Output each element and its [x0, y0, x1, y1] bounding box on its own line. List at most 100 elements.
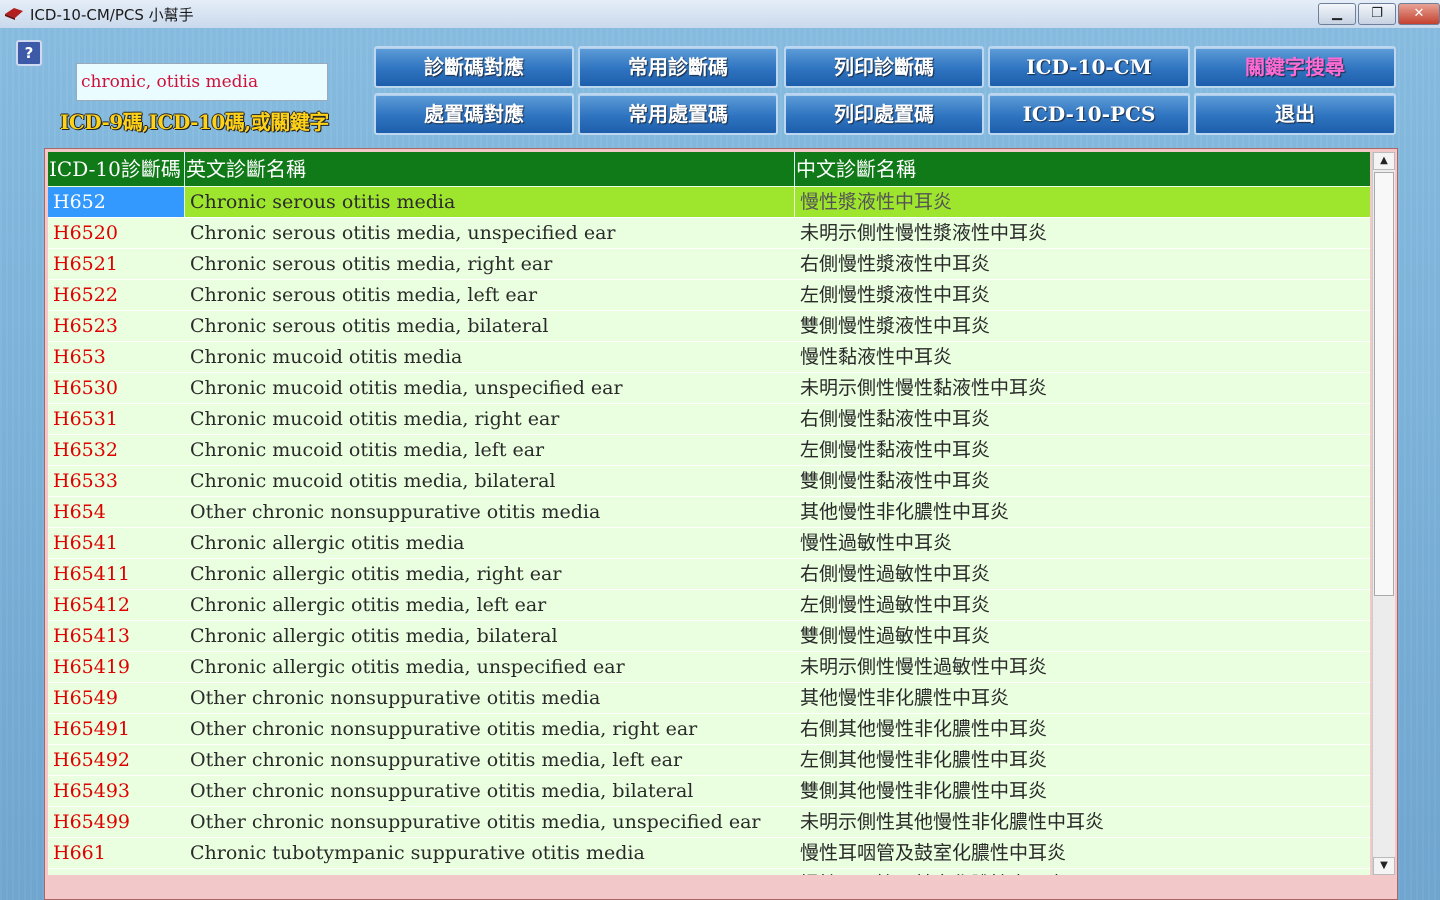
- keyword-search-button[interactable]: 關鍵字搜尋: [1194, 46, 1396, 88]
- cell-chinese-name[interactable]: 慢性耳咽管及鼓室化膿性中耳炎: [795, 869, 1370, 875]
- table-row[interactable]: H6610Chronic tubotympanic suppurative ot…: [48, 869, 1370, 875]
- cell-chinese-name[interactable]: 慢性耳咽管及鼓室化膿性中耳炎: [795, 838, 1370, 868]
- column-header-english[interactable]: 英文診斷名稱: [185, 152, 795, 186]
- cell-english-name[interactable]: Other chronic nonsuppurative otitis medi…: [185, 714, 794, 744]
- close-button[interactable]: ✕: [1398, 3, 1440, 25]
- table-row[interactable]: H65499 Other chronic nonsuppurative otiti…: [48, 807, 1370, 838]
- table-row[interactable]: H6549 Other chronic nonsuppurative otitis…: [48, 683, 1370, 714]
- table-row[interactable]: H654 Other chronic nonsuppurative otitis …: [48, 497, 1370, 528]
- cell-english-name[interactable]: Chronic tubotympanic suppurative otitis …: [185, 869, 794, 875]
- cell-code[interactable]: H65491: [48, 714, 184, 744]
- cell-english-name[interactable]: Chronic mucoid otitis media: [185, 342, 794, 372]
- cell-english-name[interactable]: Chronic serous otitis media, right ear: [185, 249, 794, 279]
- cell-code[interactable]: H65419: [48, 652, 184, 682]
- cell-code[interactable]: H6610: [48, 869, 184, 875]
- table-row[interactable]: H65491 Other chronic nonsuppurative otiti…: [48, 714, 1370, 745]
- cell-chinese-name[interactable]: 其他慢性非化膿性中耳炎: [795, 683, 1370, 713]
- cell-english-name[interactable]: Chronic allergic otitis media, right ear: [185, 559, 794, 589]
- table-row[interactable]: H653 Chronic mucoid otitis media 慢性黏液性中耳炎: [48, 342, 1370, 373]
- cell-english-name[interactable]: Chronic mucoid otitis media, right ear: [185, 404, 794, 434]
- cell-code[interactable]: H6549: [48, 683, 184, 713]
- column-header-chinese[interactable]: 中文診斷名稱: [795, 152, 1370, 186]
- table-row[interactable]: H6523 Chronic serous otitis media, bilate…: [48, 311, 1370, 342]
- cell-english-name[interactable]: Chronic serous otitis media: [185, 187, 794, 217]
- cell-chinese-name[interactable]: 其他慢性非化膿性中耳炎: [795, 497, 1370, 527]
- cell-code[interactable]: H6530: [48, 373, 184, 403]
- table-row[interactable]: H661 Chronic tubotympanic suppurative oti…: [48, 838, 1370, 869]
- table-row[interactable]: H65492 Other chronic nonsuppurative otiti…: [48, 745, 1370, 776]
- cell-chinese-name[interactable]: 右側慢性過敏性中耳炎: [795, 559, 1370, 589]
- cell-english-name[interactable]: Chronic mucoid otitis media, bilateral: [185, 466, 794, 496]
- table-row[interactable]: H6522 Chronic serous otitis media, left e…: [48, 280, 1370, 311]
- icd10-pcs-button[interactable]: ICD-10-PCS: [988, 93, 1190, 135]
- cell-code[interactable]: H6541: [48, 528, 184, 558]
- cell-code[interactable]: H65492: [48, 745, 184, 775]
- table-row[interactable]: H6521 Chronic serous otitis media, right …: [48, 249, 1370, 280]
- common-diagnosis-codes-button[interactable]: 常用診斷碼: [578, 46, 778, 88]
- cell-english-name[interactable]: Chronic allergic otitis media, bilateral: [185, 621, 794, 651]
- cell-code[interactable]: H6533: [48, 466, 184, 496]
- cell-chinese-name[interactable]: 慢性黏液性中耳炎: [795, 342, 1370, 372]
- cell-english-name[interactable]: Chronic serous otitis media, bilateral: [185, 311, 794, 341]
- cell-code[interactable]: H652: [48, 187, 184, 217]
- cell-english-name[interactable]: Other chronic nonsuppurative otitis medi…: [185, 745, 794, 775]
- column-header-code[interactable]: ICD-10診斷碼: [48, 152, 185, 186]
- table-row[interactable]: H652 Chronic serous otitis media 慢性漿液性中耳炎: [48, 187, 1370, 218]
- cell-chinese-name[interactable]: 未明示側性其他慢性非化膿性中耳炎: [795, 807, 1370, 837]
- table-row[interactable]: H6520 Chronic serous otitis media, unspec…: [48, 218, 1370, 249]
- table-row[interactable]: H65413 Chronic allergic otitis media, bil…: [48, 621, 1370, 652]
- cell-code[interactable]: H65413: [48, 621, 184, 651]
- cell-code[interactable]: H6532: [48, 435, 184, 465]
- search-input[interactable]: [76, 63, 328, 101]
- table-row[interactable]: H6531 Chronic mucoid otitis media, right …: [48, 404, 1370, 435]
- cell-chinese-name[interactable]: 未明示側性慢性黏液性中耳炎: [795, 373, 1370, 403]
- cell-english-name[interactable]: Chronic allergic otitis media: [185, 528, 794, 558]
- print-diagnosis-codes-button[interactable]: 列印診斷碼: [784, 46, 984, 88]
- cell-english-name[interactable]: Chronic mucoid otitis media, left ear: [185, 435, 794, 465]
- cell-chinese-name[interactable]: 未明示側性慢性過敏性中耳炎: [795, 652, 1370, 682]
- cell-chinese-name[interactable]: 左側慢性漿液性中耳炎: [795, 280, 1370, 310]
- cell-chinese-name[interactable]: 雙側慢性過敏性中耳炎: [795, 621, 1370, 651]
- cell-chinese-name[interactable]: 右側慢性黏液性中耳炎: [795, 404, 1370, 434]
- table-row[interactable]: H6532 Chronic mucoid otitis media, left e…: [48, 435, 1370, 466]
- cell-english-name[interactable]: Chronic tubotympanic suppurative otitis …: [185, 838, 794, 868]
- cell-chinese-name[interactable]: 雙側其他慢性非化膿性中耳炎: [795, 776, 1370, 806]
- scroll-up-arrow-icon[interactable]: ▲: [1373, 152, 1395, 170]
- cell-code[interactable]: H65499: [48, 807, 184, 837]
- cell-chinese-name[interactable]: 慢性漿液性中耳炎: [795, 187, 1370, 217]
- cell-english-name[interactable]: Chronic allergic otitis media, left ear: [185, 590, 794, 620]
- table-row[interactable]: H65412 Chronic allergic otitis media, lef…: [48, 590, 1370, 621]
- table-row[interactable]: H6533 Chronic mucoid otitis media, bilate…: [48, 466, 1370, 497]
- cell-chinese-name[interactable]: 雙側慢性漿液性中耳炎: [795, 311, 1370, 341]
- cell-code[interactable]: H653: [48, 342, 184, 372]
- maximize-button[interactable]: ❐: [1358, 3, 1396, 25]
- cell-chinese-name[interactable]: 慢性過敏性中耳炎: [795, 528, 1370, 558]
- cell-english-name[interactable]: Chronic allergic otitis media, unspecifi…: [185, 652, 794, 682]
- cell-code[interactable]: H6520: [48, 218, 184, 248]
- diagnosis-code-mapping-button[interactable]: 診斷碼對應: [374, 46, 574, 88]
- cell-chinese-name[interactable]: 未明示側性慢性漿液性中耳炎: [795, 218, 1370, 248]
- cell-english-name[interactable]: Other chronic nonsuppurative otitis medi…: [185, 776, 794, 806]
- cell-code[interactable]: H6523: [48, 311, 184, 341]
- exit-button[interactable]: 退出: [1194, 93, 1396, 135]
- cell-english-name[interactable]: Other chronic nonsuppurative otitis medi…: [185, 497, 794, 527]
- cell-code[interactable]: H6521: [48, 249, 184, 279]
- cell-code[interactable]: H6522: [48, 280, 184, 310]
- scroll-down-arrow-icon[interactable]: ▼: [1373, 857, 1395, 875]
- cell-english-name[interactable]: Chronic serous otitis media, unspecified…: [185, 218, 794, 248]
- cell-english-name[interactable]: Chronic mucoid otitis media, unspecified…: [185, 373, 794, 403]
- cell-chinese-name[interactable]: 右側慢性漿液性中耳炎: [795, 249, 1370, 279]
- print-procedure-codes-button[interactable]: 列印處置碼: [784, 93, 984, 135]
- help-icon[interactable]: ?: [16, 40, 42, 66]
- scrollbar-thumb[interactable]: [1374, 172, 1394, 596]
- minimize-button[interactable]: ▁: [1318, 3, 1356, 25]
- icd10-cm-button[interactable]: ICD-10-CM: [988, 46, 1190, 88]
- cell-english-name[interactable]: Chronic serous otitis media, left ear: [185, 280, 794, 310]
- cell-chinese-name[interactable]: 左側慢性黏液性中耳炎: [795, 435, 1370, 465]
- cell-code[interactable]: H65412: [48, 590, 184, 620]
- table-row[interactable]: H65493 Other chronic nonsuppurative otiti…: [48, 776, 1370, 807]
- vertical-scrollbar[interactable]: ▲ ▼: [1372, 152, 1395, 875]
- cell-chinese-name[interactable]: 右側其他慢性非化膿性中耳炎: [795, 714, 1370, 744]
- cell-chinese-name[interactable]: 左側慢性過敏性中耳炎: [795, 590, 1370, 620]
- cell-chinese-name[interactable]: 左側其他慢性非化膿性中耳炎: [795, 745, 1370, 775]
